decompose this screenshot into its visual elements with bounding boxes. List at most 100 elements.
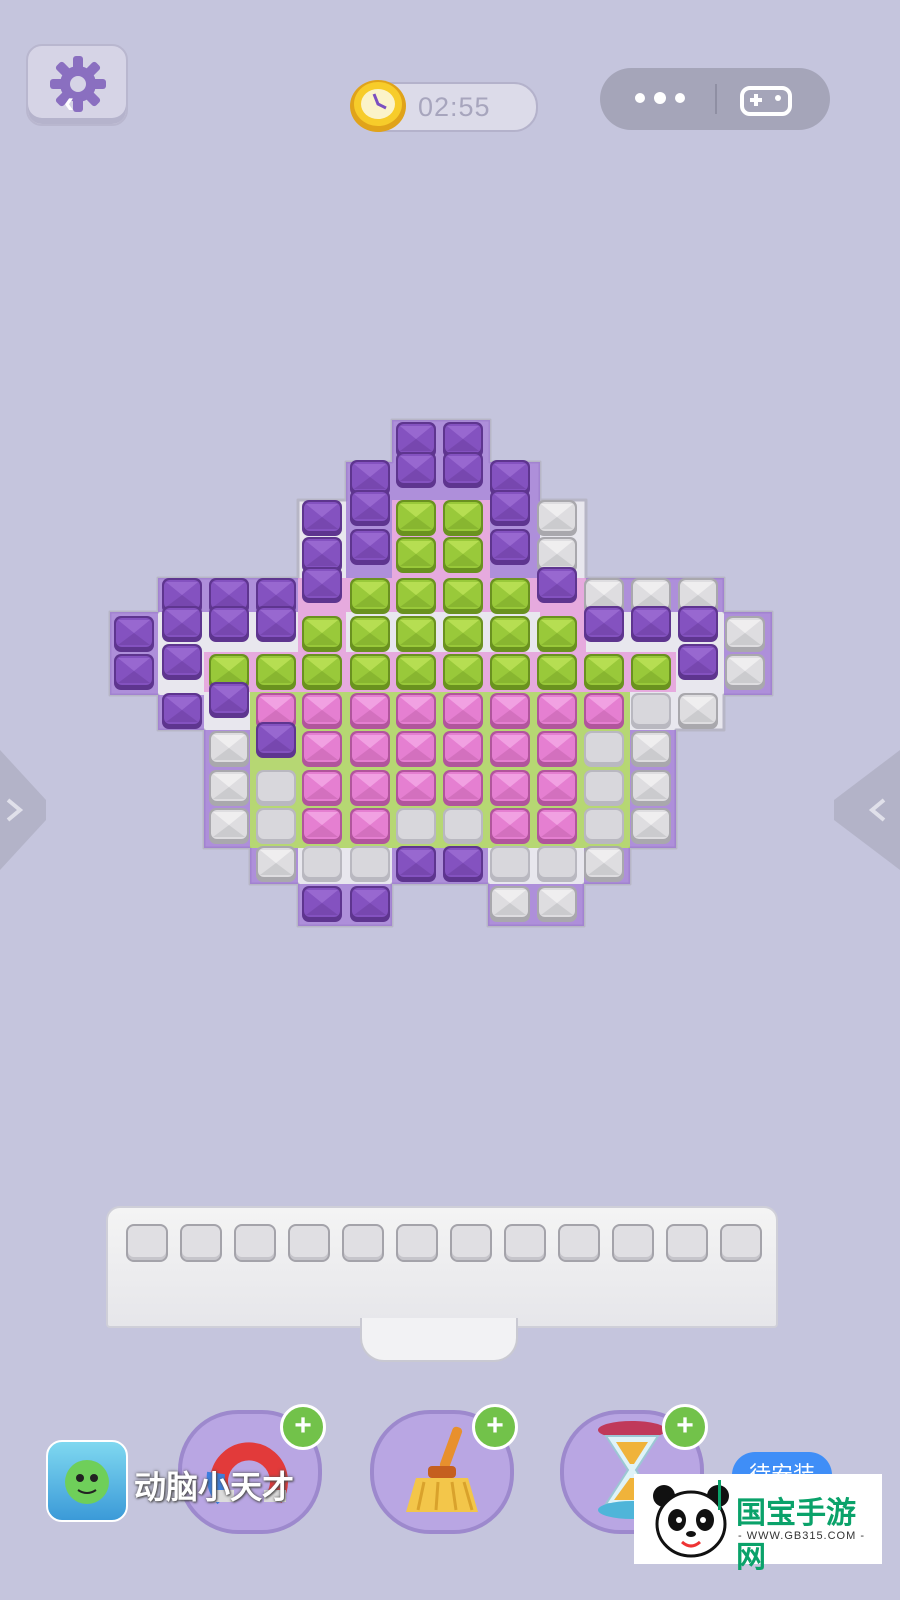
pink-tile[interactable] [584, 693, 624, 729]
pink-tile[interactable] [443, 731, 483, 767]
white-tile[interactable] [209, 808, 249, 844]
green-tile[interactable] [350, 654, 390, 690]
purple-tile[interactable] [209, 606, 249, 642]
green-tile[interactable] [443, 578, 483, 614]
tray-slot [720, 1224, 762, 1262]
white-tile[interactable] [631, 808, 671, 844]
white-tile[interactable] [725, 616, 765, 652]
purple-tile[interactable] [114, 616, 154, 652]
green-tile[interactable] [490, 616, 530, 652]
green-tile[interactable] [396, 654, 436, 690]
purple-tile[interactable] [256, 606, 296, 642]
pink-tile[interactable] [350, 808, 390, 844]
panda-logo-icon [653, 1480, 729, 1558]
purple-tile[interactable] [350, 490, 390, 526]
purple-tile[interactable] [678, 606, 718, 642]
pink-tile[interactable] [443, 693, 483, 729]
pink-tile[interactable] [490, 770, 530, 806]
white-tile[interactable] [678, 693, 718, 729]
white-tile[interactable] [537, 886, 577, 922]
purple-tile[interactable] [256, 722, 296, 758]
purple-tile[interactable] [350, 529, 390, 565]
purple-tile[interactable] [490, 490, 530, 526]
pink-tile[interactable] [302, 770, 342, 806]
purple-tile[interactable] [302, 500, 342, 536]
app-icon[interactable] [46, 1440, 128, 1522]
green-tile[interactable] [443, 616, 483, 652]
green-tile[interactable] [537, 654, 577, 690]
add-hourglass-badge[interactable]: + [662, 1404, 708, 1450]
empty-cell [256, 808, 296, 844]
white-tile[interactable] [631, 731, 671, 767]
purple-tile[interactable] [162, 644, 202, 680]
pink-tile[interactable] [396, 770, 436, 806]
broom-booster-button[interactable]: + [370, 1404, 518, 1534]
purple-tile[interactable] [584, 606, 624, 642]
purple-tile[interactable] [114, 654, 154, 690]
app-name[interactable]: 动脑小天才 [134, 1462, 294, 1508]
purple-tile[interactable] [162, 693, 202, 729]
pink-tile[interactable] [537, 693, 577, 729]
green-tile[interactable] [490, 654, 530, 690]
purple-tile[interactable] [396, 452, 436, 488]
pink-tile[interactable] [537, 808, 577, 844]
pink-tile[interactable] [350, 731, 390, 767]
purple-tile[interactable] [537, 567, 577, 603]
purple-tile[interactable] [350, 886, 390, 922]
green-tile[interactable] [631, 654, 671, 690]
pink-tile[interactable] [302, 731, 342, 767]
purple-tile[interactable] [678, 644, 718, 680]
white-tile[interactable] [209, 731, 249, 767]
pink-tile[interactable] [490, 808, 530, 844]
white-tile[interactable] [537, 500, 577, 536]
purple-tile[interactable] [443, 846, 483, 882]
tray-slot [342, 1224, 384, 1262]
green-tile[interactable] [537, 616, 577, 652]
pink-tile[interactable] [302, 693, 342, 729]
tray-slot [126, 1224, 168, 1262]
pink-tile[interactable] [350, 770, 390, 806]
green-tile[interactable] [256, 654, 296, 690]
pink-tile[interactable] [537, 770, 577, 806]
add-magnet-badge[interactable]: + [280, 1404, 326, 1450]
green-tile[interactable] [350, 578, 390, 614]
purple-tile[interactable] [490, 529, 530, 565]
green-tile[interactable] [490, 578, 530, 614]
pink-tile[interactable] [490, 693, 530, 729]
white-tile[interactable] [209, 770, 249, 806]
purple-tile[interactable] [162, 606, 202, 642]
green-tile[interactable] [396, 578, 436, 614]
pink-tile[interactable] [302, 808, 342, 844]
white-tile[interactable] [725, 654, 765, 690]
white-tile[interactable] [631, 770, 671, 806]
green-tile[interactable] [302, 616, 342, 652]
pink-tile[interactable] [396, 693, 436, 729]
green-tile[interactable] [584, 654, 624, 690]
pink-tile[interactable] [350, 693, 390, 729]
purple-tile[interactable] [302, 567, 342, 603]
green-tile[interactable] [396, 537, 436, 573]
purple-tile[interactable] [631, 606, 671, 642]
pink-tile[interactable] [537, 731, 577, 767]
green-tile[interactable] [302, 654, 342, 690]
pink-tile[interactable] [443, 770, 483, 806]
green-tile[interactable] [443, 537, 483, 573]
white-tile[interactable] [584, 846, 624, 882]
purple-tile[interactable] [396, 846, 436, 882]
tray-slot [612, 1224, 654, 1262]
green-tile[interactable] [396, 500, 436, 536]
purple-tile[interactable] [209, 682, 249, 718]
green-tile[interactable] [350, 616, 390, 652]
add-broom-badge[interactable]: + [472, 1404, 518, 1450]
white-tile[interactable] [490, 886, 530, 922]
empty-cell [584, 808, 624, 844]
purple-tile[interactable] [443, 452, 483, 488]
green-tile[interactable] [443, 654, 483, 690]
pink-tile[interactable] [396, 731, 436, 767]
green-tile[interactable] [396, 616, 436, 652]
white-tile[interactable] [256, 846, 296, 882]
green-tile[interactable] [443, 500, 483, 536]
empty-cell [584, 731, 624, 767]
purple-tile[interactable] [302, 886, 342, 922]
pink-tile[interactable] [490, 731, 530, 767]
